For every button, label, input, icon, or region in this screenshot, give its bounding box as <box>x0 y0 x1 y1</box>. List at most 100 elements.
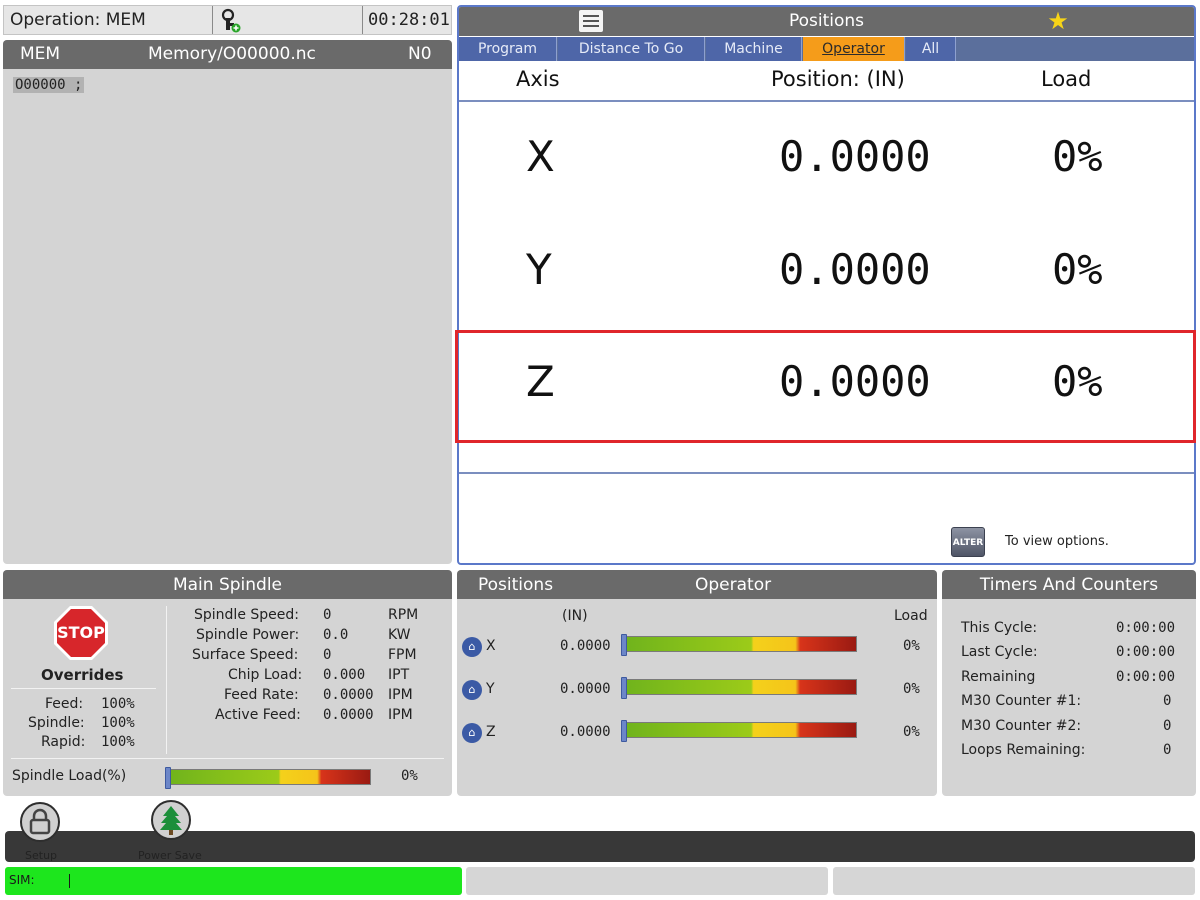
main-spindle-header: Main Spindle <box>3 570 452 599</box>
counter-value: 0 <box>1163 742 1172 758</box>
positions-widget-header: Positions Operator <box>457 570 937 599</box>
home-icon[interactable]: ⌂ <box>462 723 482 743</box>
stop-icon: STOP <box>53 605 109 661</box>
reading-unit: KW <box>388 627 411 643</box>
reading-unit: IPT <box>388 667 410 683</box>
reading-label: Feed Rate: <box>224 687 299 703</box>
counter-label: M30 Counter #1: <box>961 693 1082 709</box>
override-value: 100% <box>101 696 135 712</box>
tab-operator[interactable]: Operator <box>803 37 905 61</box>
highlighted-row-box <box>455 330 1196 443</box>
reading-unit: RPM <box>388 607 419 623</box>
program-mode: MEM <box>20 44 61 64</box>
positions-widget-unit: (IN) <box>562 608 588 624</box>
override-value: 100% <box>101 734 135 750</box>
positions-titlebar: Positions ★ <box>459 7 1194 36</box>
star-icon[interactable]: ★ <box>1045 9 1071 33</box>
home-icon[interactable]: ⌂ <box>462 637 482 657</box>
main-spindle-panel: Main Spindle STOP Overrides Feed: 100% S… <box>3 570 452 796</box>
timer-value: 0:00:00 <box>1116 669 1176 685</box>
axis-load-bar <box>621 634 857 656</box>
axis-column-header: Axis <box>516 67 560 91</box>
divider <box>166 606 167 754</box>
override-value: 100% <box>101 715 135 731</box>
power-save-button[interactable] <box>151 800 191 840</box>
text-cursor <box>69 874 70 888</box>
reading-value: 0 <box>323 647 332 663</box>
lock-icon <box>29 808 51 835</box>
override-label: Feed: <box>45 696 84 712</box>
reading-unit: IPM <box>388 707 413 723</box>
tab-program[interactable]: Program <box>459 37 557 61</box>
positions-widget: Positions Operator (IN) Load ⌂ X 0.0000 … <box>457 570 937 796</box>
program-code-line[interactable]: O00000 ; <box>13 77 85 93</box>
axis-row-y[interactable]: Y 0.0000 0% <box>459 245 1194 305</box>
clock: 00:28:01 <box>368 10 450 30</box>
divider <box>459 100 1194 102</box>
power-save-label: Power Save <box>138 849 202 862</box>
door-lock-icon <box>219 8 243 34</box>
reading-label: Surface Speed: <box>192 647 299 663</box>
widget-axis-label: X <box>486 638 496 654</box>
widget-axis-value: 0.0000 <box>560 724 611 740</box>
tab-all[interactable]: All <box>906 37 956 61</box>
widget-axis-label: Y <box>486 681 495 697</box>
reading-label: Spindle Power: <box>196 627 300 643</box>
reading-label: Chip Load: <box>228 667 303 683</box>
counter-label: M30 Counter #2: <box>961 718 1082 734</box>
reading-value: 0 <box>323 607 332 623</box>
setup-button[interactable] <box>20 802 60 842</box>
override-label: Spindle: <box>28 715 85 731</box>
axis-load-bar <box>621 720 857 742</box>
home-icon[interactable]: ⌂ <box>462 680 482 700</box>
widget-axis-load: 0% <box>903 638 920 654</box>
operation-bar: Operation: MEM 00:28:01 <box>3 5 452 35</box>
divider <box>212 6 213 34</box>
program-file: Memory/O00000.nc <box>148 44 316 64</box>
counter-value: 0 <box>1163 693 1172 709</box>
positions-widget-title: Positions <box>478 575 554 595</box>
timer-label: Last Cycle: <box>961 644 1038 660</box>
divider <box>11 758 444 759</box>
reading-label: Active Feed: <box>215 707 301 723</box>
axis-row-x[interactable]: X 0.0000 0% <box>459 132 1194 192</box>
widget-axis-value: 0.0000 <box>560 681 611 697</box>
positions-panel: Positions ★ Program Distance To Go Machi… <box>457 5 1196 565</box>
alter-hint: To view options. <box>1005 534 1109 549</box>
widget-axis-load: 0% <box>903 724 920 740</box>
axis-load: 0% <box>1052 132 1103 181</box>
axis-position: 0.0000 <box>779 245 931 294</box>
status-field <box>466 867 828 895</box>
widget-axis-value: 0.0000 <box>560 638 611 654</box>
reading-unit: FPM <box>388 647 417 663</box>
tree-icon <box>160 806 182 835</box>
positions-title: Positions <box>788 11 865 31</box>
timer-value: 0:00:00 <box>1116 644 1176 660</box>
tab-distance-to-go[interactable]: Distance To Go <box>558 37 705 61</box>
axis-load-thumb <box>621 677 627 699</box>
axis-label: Y <box>526 245 552 294</box>
spindle-load-thumb <box>165 767 171 789</box>
positions-widget-mode: Operator <box>695 575 772 595</box>
axis-position: 0.0000 <box>779 132 931 181</box>
widget-axis-label: Z <box>486 724 496 740</box>
program-panel[interactable]: MEM Memory/O00000.nc N0 O00000 ; <box>3 40 452 564</box>
counter-value: 0 <box>1163 718 1172 734</box>
reading-value: 0.0 <box>323 627 349 643</box>
divider <box>459 472 1194 474</box>
main-spindle-title: Main Spindle <box>172 575 283 595</box>
reading-value: 0.0000 <box>323 687 374 703</box>
axis-load-thumb <box>621 634 627 656</box>
sim-status-bar[interactable]: SIM: <box>5 867 462 895</box>
position-column-header: Position: (IN) <box>771 67 905 91</box>
tab-machine[interactable]: Machine <box>706 37 802 61</box>
reading-label: Spindle Speed: <box>194 607 299 623</box>
timers-header: Timers And Counters <box>942 570 1196 599</box>
program-line-number: N0 <box>408 44 432 64</box>
setup-label: Setup <box>25 849 58 862</box>
spindle-load-value: 0% <box>401 768 418 784</box>
status-field <box>833 867 1195 895</box>
operation-mode: Operation: MEM <box>10 10 146 30</box>
timers-title: Timers And Counters <box>979 575 1159 595</box>
alter-button[interactable]: ALTER <box>951 527 985 557</box>
